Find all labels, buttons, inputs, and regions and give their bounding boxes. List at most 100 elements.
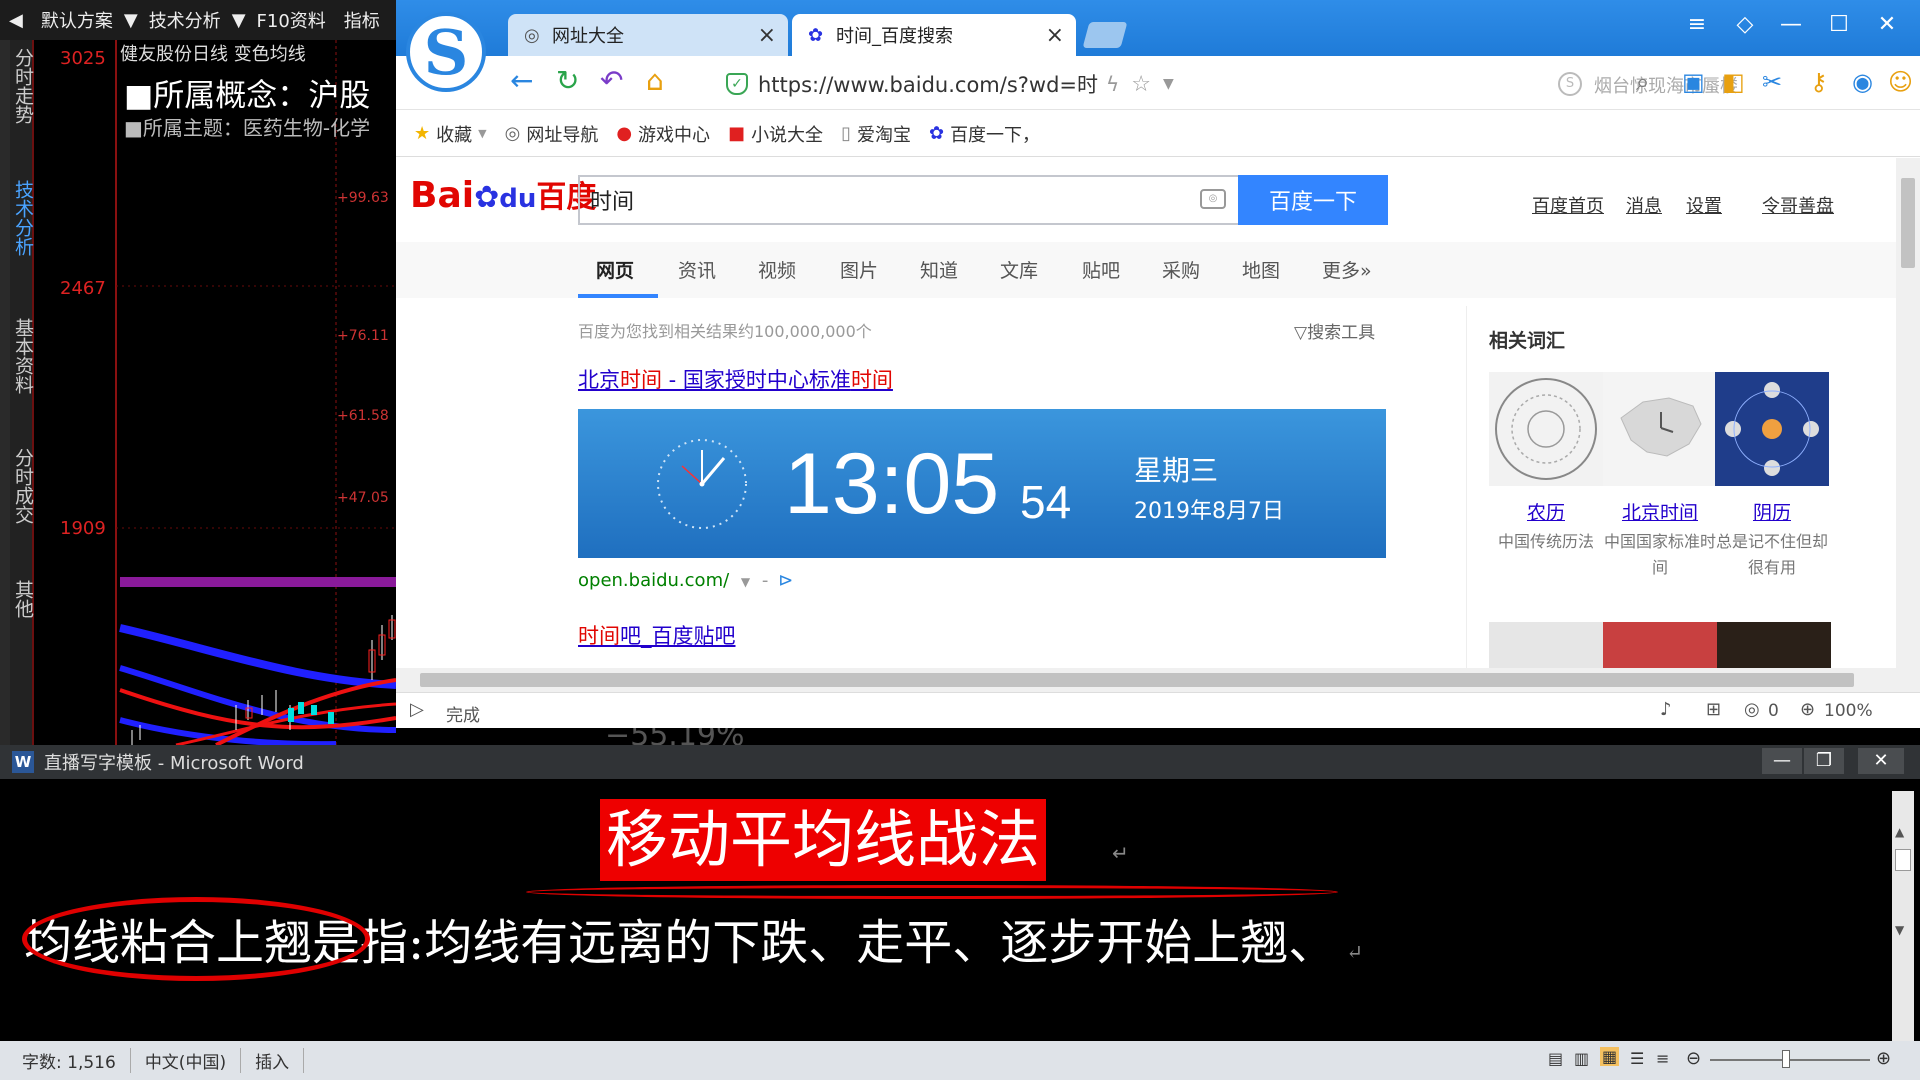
- search-input[interactable]: 时间 ◎: [578, 175, 1238, 225]
- bookmark-taobao[interactable]: ▯ 爱淘宝: [841, 121, 911, 147]
- baidu-logo[interactable]: Bai✿du百度: [410, 172, 596, 216]
- search-button[interactable]: 百度一下: [1238, 175, 1388, 225]
- link-baidu-home[interactable]: 百度首页: [1532, 192, 1604, 218]
- vertical-scrollbar[interactable]: [1896, 158, 1920, 668]
- tab-map[interactable]: 地图: [1242, 256, 1280, 283]
- tab-url-directory[interactable]: ◎ 网址大全 ×: [508, 14, 788, 56]
- close-tab-icon[interactable]: ×: [758, 23, 776, 48]
- zoom-in-icon[interactable]: ⊕: [1876, 1048, 1891, 1069]
- menu-icon[interactable]: ≡: [1682, 12, 1712, 37]
- tab-web[interactable]: 网页: [596, 256, 634, 283]
- close-tab-icon[interactable]: ×: [1046, 23, 1064, 48]
- insert-mode[interactable]: 插入: [241, 1048, 305, 1073]
- bookmark-baidu[interactable]: ✿ 百度一下，: [929, 121, 1040, 147]
- search-tools-button[interactable]: ▽搜索工具: [1294, 318, 1375, 343]
- tab-purchase[interactable]: 采购: [1162, 256, 1200, 283]
- sound-icon[interactable]: ♪: [1660, 699, 1672, 720]
- close-window-icon[interactable]: ✕: [1858, 748, 1904, 774]
- tab-tieba[interactable]: 贴吧: [1082, 256, 1120, 283]
- address-bar[interactable]: ✓ https://www.baidu.com/s?wd=时间 ϟ ☆ ▼ S …: [726, 66, 1738, 102]
- related-item-lunar[interactable]: 农历 中国传统历法: [1487, 372, 1605, 555]
- chevron-down-icon[interactable]: ▼: [1163, 76, 1174, 92]
- camera-icon[interactable]: ◎: [1200, 189, 1226, 209]
- search-icon[interactable]: ⌕: [1636, 68, 1649, 96]
- link-user[interactable]: 令哥善盘: [1762, 192, 1834, 218]
- zoom-level[interactable]: 100%: [1824, 701, 1873, 721]
- bookmark-games[interactable]: ● 游戏中心: [616, 121, 710, 147]
- side-tab-intraday[interactable]: 分时走势: [10, 48, 34, 124]
- scrollbar-thumb[interactable]: [420, 673, 1854, 687]
- link-settings[interactable]: 设置: [1686, 192, 1722, 218]
- scrollbar-thumb[interactable]: [1895, 849, 1911, 871]
- stock-menu-technical-analysis[interactable]: 技术分析: [140, 7, 230, 33]
- screenshot-icon[interactable]: ◉: [1852, 68, 1873, 96]
- bookmark-nav[interactable]: ◎ 网址导航: [505, 121, 599, 147]
- home-icon[interactable]: ⌂: [646, 66, 664, 96]
- dropdown-arrow-icon[interactable]: ▼: [122, 10, 140, 31]
- draft-icon[interactable]: ≡: [1656, 1049, 1669, 1068]
- tab-more[interactable]: 更多»: [1322, 256, 1372, 283]
- stock-menu-default-scheme[interactable]: 默认方案: [32, 7, 122, 33]
- address-url[interactable]: https://www.baidu.com/s?wd=时间: [758, 69, 1098, 99]
- play-icon[interactable]: ▷: [410, 699, 424, 720]
- chevron-down-icon[interactable]: ▼: [741, 575, 750, 589]
- zoom-slider-track[interactable]: [1710, 1059, 1870, 1061]
- refresh-icon[interactable]: ↻: [556, 66, 579, 96]
- tab-images[interactable]: 图片: [840, 256, 878, 283]
- skin-icon[interactable]: ◇: [1730, 12, 1760, 37]
- related-item-beijing-time[interactable]: 北京时间 中国国家标准时间: [1601, 372, 1719, 581]
- link-messages[interactable]: 消息: [1626, 192, 1662, 218]
- close-window-icon[interactable]: ✕: [1872, 12, 1902, 37]
- related-name[interactable]: 北京时间: [1601, 498, 1719, 525]
- clock-widget[interactable]: 13:05 54 星期三 2019年8月7日: [578, 409, 1386, 558]
- related-item-lunar-calendar[interactable]: 阴历 总是记不住但却很有用: [1713, 372, 1831, 581]
- word-count[interactable]: 字数: 1,516: [0, 1048, 131, 1073]
- word-document[interactable]: 移动平均线战法 ↵ 均线粘合上翘是指:均线有远离的下跌、走平、逐步开始上翘、 ↵: [10, 791, 1892, 1041]
- key-icon[interactable]: ⚷: [1810, 68, 1828, 96]
- related-thumbnail[interactable]: [1603, 622, 1717, 668]
- stock-back-button[interactable]: ◀: [0, 10, 32, 31]
- search-engine-icon[interactable]: S: [1558, 72, 1582, 96]
- back-arrow-icon[interactable]: ←: [510, 66, 533, 96]
- bookmark-novels[interactable]: ■ 小说大全: [728, 121, 823, 147]
- maximize-icon[interactable]: ☐: [1824, 12, 1854, 37]
- stock-chart-area[interactable]: 3025 2467 1909 +99.63 +76.11 +61.58 +47.…: [36, 40, 396, 745]
- stock-menu-indicator[interactable]: 指标: [335, 7, 389, 33]
- related-thumbnail[interactable]: [1717, 622, 1831, 668]
- side-tab-other[interactable]: 其他: [10, 580, 34, 618]
- extension-icon[interactable]: ◧: [1722, 68, 1745, 96]
- outline-icon[interactable]: ☰: [1630, 1049, 1644, 1068]
- more-icon[interactable]: ☺: [1888, 68, 1913, 96]
- dropdown-arrow-icon[interactable]: ▼: [230, 10, 248, 31]
- scroll-down-icon[interactable]: ▼: [1895, 923, 1904, 937]
- bookmark-favorites[interactable]: ★ 收藏 ▼: [414, 121, 487, 147]
- download-icon[interactable]: ⊞: [1706, 699, 1721, 720]
- language[interactable]: 中文(中国): [131, 1048, 242, 1073]
- side-tab-fundamentals[interactable]: 基本资料: [10, 318, 34, 394]
- reading-layout-icon[interactable]: ▥: [1574, 1049, 1589, 1068]
- restore-icon[interactable]: ❐: [1804, 748, 1844, 774]
- result-url[interactable]: open.baidu.com/ ▼ - ⊳: [578, 570, 793, 591]
- zoom-icon[interactable]: ⊕: [1800, 699, 1815, 720]
- snapshot-icon[interactable]: ⊳: [778, 570, 793, 591]
- adblock-icon[interactable]: ◎: [1744, 699, 1760, 720]
- new-tab-button[interactable]: [1082, 22, 1128, 48]
- side-tab-technical[interactable]: 技术分析: [10, 180, 34, 256]
- related-thumbnail[interactable]: [1489, 622, 1603, 668]
- scrollbar-thumb[interactable]: [1901, 178, 1915, 268]
- tab-zhidao[interactable]: 知道: [920, 256, 958, 283]
- zoom-slider-thumb[interactable]: [1782, 1050, 1790, 1068]
- related-name[interactable]: 阴历: [1713, 498, 1831, 525]
- tab-video[interactable]: 视频: [758, 256, 796, 283]
- word-vertical-scrollbar[interactable]: ▲ ▼: [1892, 791, 1914, 1041]
- side-tab-trades[interactable]: 分时成交: [10, 448, 34, 524]
- stock-menu-f10[interactable]: F10资料: [248, 7, 335, 33]
- related-name[interactable]: 农历: [1487, 498, 1605, 525]
- web-layout-icon[interactable]: ▦: [1600, 1047, 1620, 1066]
- result-title-tieba[interactable]: 时间吧_百度贴吧: [578, 620, 736, 650]
- undo-icon[interactable]: ↶: [600, 66, 623, 96]
- scroll-up-icon[interactable]: ▲: [1895, 825, 1904, 839]
- lightning-icon[interactable]: ϟ: [1106, 72, 1119, 96]
- tab-wenku[interactable]: 文库: [1000, 256, 1038, 283]
- result-title-beijing-time[interactable]: 北京时间 - 国家授时中心标准时间: [578, 364, 893, 394]
